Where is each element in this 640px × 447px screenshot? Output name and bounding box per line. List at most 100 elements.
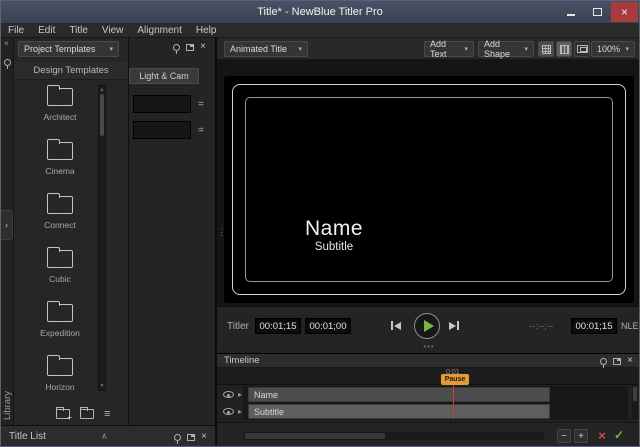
canvas-title-text[interactable]: Name [274,217,394,241]
scrollbar-thumb[interactable] [633,387,637,401]
template-label: Cubic [49,274,71,284]
current-time-field[interactable]: 00:01;15 [255,318,301,334]
duration-field[interactable]: 00:01;00 [305,318,351,334]
zoom-dropdown[interactable]: 100% ▾ [591,41,635,57]
menu-item-alignment[interactable]: Alignment [130,23,188,38]
template-item-expedition[interactable]: Expedition [14,300,106,354]
pin-icon[interactable] [600,358,607,365]
track-label: Subtitle [254,407,284,417]
maximize-button[interactable] [584,2,611,22]
template-item-cubic[interactable]: Cubic [14,246,106,300]
menu-item-help[interactable]: Help [189,23,224,38]
zoom-out-button[interactable]: − [557,429,571,443]
menu-item-title[interactable]: Title [62,23,95,38]
track-row-subtitle: ▸ Subtitle [217,404,550,419]
scrollbar-thumb[interactable] [245,433,385,439]
duration-value: 00:01;00 [310,321,347,332]
pause-marker-label: Pause [445,376,466,383]
preview-panel: Animated Title ▾ Add Text ▾ Add Shape ▾ … [216,38,640,353]
skip-forward-button[interactable] [449,321,459,330]
project-templates-label: Project Templates [24,44,95,54]
panel-controls: × [600,357,633,365]
close-icon[interactable]: × [627,357,633,365]
panel-divider-grip[interactable]: ⋮ [217,230,223,235]
grid-toggle-button[interactable] [538,41,554,57]
project-templates-dropdown[interactable]: Project Templates ▾ [18,41,119,57]
new-folder-icon[interactable] [56,409,70,419]
template-label: Cinema [45,166,74,176]
scroll-down-icon[interactable]: ▼ [99,383,105,389]
panel-resize-grip[interactable]: ••• [217,344,640,352]
preview-canvas[interactable]: Name Subtitle [224,76,634,303]
visibility-toggle-icon[interactable] [223,391,234,398]
add-shape-dropdown[interactable]: Add Shape ▾ [478,41,534,57]
pin-icon[interactable] [4,59,11,66]
titlebar[interactable]: Title* - NewBlue Titler Pro × [1,1,639,23]
timeline-hscrollbar[interactable] [244,432,544,440]
zoom-in-button[interactable]: + [574,429,588,443]
folder-icon [47,358,73,376]
visibility-toggle-icon[interactable] [223,408,234,415]
timeline-vscrollbar[interactable] [632,386,638,419]
list-view-icon[interactable]: ≡ [104,409,110,419]
library-expand-button[interactable]: › [1,210,13,240]
expand-track-icon[interactable]: ▸ [238,407,246,416]
track-clip-subtitle[interactable]: Subtitle [248,404,550,419]
nle-time-value: 00:01;15 [576,321,613,332]
current-time-value: 00:01;15 [260,321,297,332]
pause-marker[interactable]: Pause [441,374,469,385]
scrollbar-thumb[interactable] [100,94,104,136]
timeline-ruler[interactable]: 0:01 [217,368,640,385]
attribute-row: = [133,121,204,139]
open-folder-icon[interactable] [80,409,94,419]
template-list: Architect Cinema Connect Cubic Expeditio… [14,84,106,408]
popout-icon[interactable] [187,434,195,441]
equals-button[interactable]: = [198,125,204,136]
add-text-dropdown[interactable]: Add Text ▾ [424,41,474,57]
close-button[interactable]: × [611,2,638,22]
tab-light-and-cam[interactable]: Light & Cam [129,68,199,84]
track-clip-name[interactable]: Name [248,387,550,402]
play-button[interactable] [414,313,440,339]
close-icon[interactable]: × [201,433,207,441]
attribute-field[interactable] [133,95,191,113]
window-controls: × [557,2,638,22]
nle-time-field[interactable]: 00:01;15 [571,318,617,334]
app-window: Title* - NewBlue Titler Pro × File Edit … [0,0,640,447]
zoom-level-label: 100% [597,44,620,54]
minimize-button[interactable] [557,2,584,22]
popout-icon[interactable] [613,358,621,365]
expand-track-icon[interactable]: ▸ [238,390,246,399]
template-label: Expedition [40,328,80,338]
pin-icon[interactable] [173,44,180,51]
canvas-subtitle-text[interactable]: Subtitle [274,241,394,253]
template-item-cinema[interactable]: Cinema [14,138,106,192]
equals-button[interactable]: = [198,99,204,110]
folder-icon [47,304,73,322]
guides-toggle-button[interactable] [556,41,572,57]
safe-area-toggle-button[interactable] [574,41,590,57]
template-scrollbar[interactable]: ▲ ▼ [98,85,106,391]
close-icon[interactable]: × [4,40,9,48]
skip-back-button[interactable] [391,321,401,330]
canvas-text-block: Name Subtitle [274,217,394,253]
template-item-architect[interactable]: Architect [14,84,106,138]
close-icon: × [621,5,628,19]
template-item-connect[interactable]: Connect [14,192,106,246]
guides-icon [560,45,569,54]
library-label[interactable]: Library [2,391,13,420]
title-style-dropdown[interactable]: Animated Title ▾ [224,41,308,57]
menu-item-file[interactable]: File [1,23,31,38]
playhead[interactable] [453,385,454,419]
scroll-up-icon[interactable]: ▲ [99,87,105,93]
close-icon[interactable]: × [200,43,206,51]
pin-icon[interactable] [174,434,181,441]
menu-item-view[interactable]: View [95,23,131,38]
cancel-button[interactable]: × [594,427,610,443]
menu-item-edit[interactable]: Edit [31,23,62,38]
collapse-icon[interactable]: ∧ [101,431,108,442]
popout-icon[interactable] [186,44,194,51]
confirm-button[interactable]: ✓ [611,427,627,443]
template-item-horizon[interactable]: Horizon [14,354,106,408]
attribute-field[interactable] [133,121,191,139]
